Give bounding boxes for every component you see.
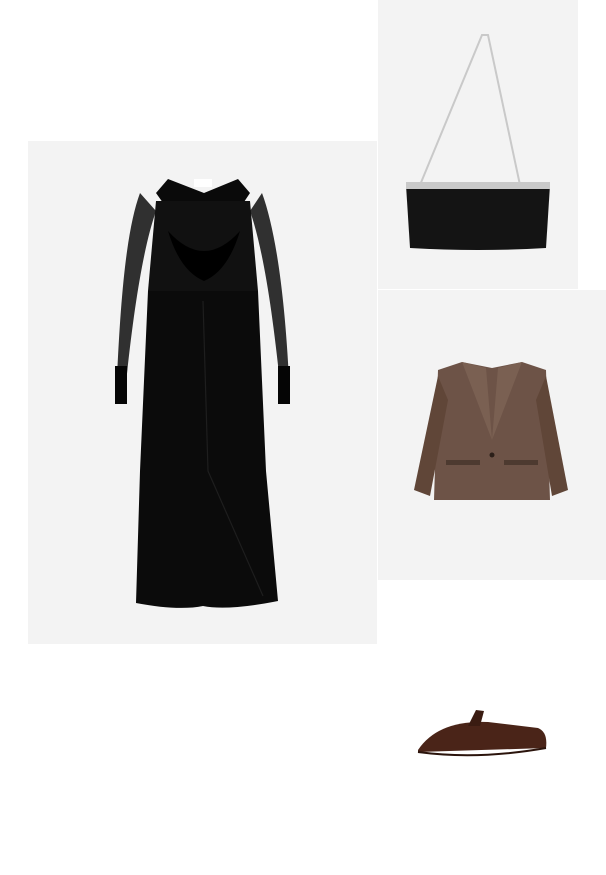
bag-product-tile[interactable]	[378, 0, 578, 289]
blazer-product-tile[interactable]	[378, 290, 606, 580]
dress-product-tile[interactable]	[28, 141, 377, 644]
flats-image	[378, 680, 606, 800]
outfit-board: { "board": { "background": "#ffffff", "t…	[0, 0, 606, 875]
blazer-image	[378, 290, 606, 580]
dress-image	[28, 141, 377, 644]
flats-product-tile[interactable]	[378, 680, 606, 800]
bag-image	[378, 0, 578, 289]
